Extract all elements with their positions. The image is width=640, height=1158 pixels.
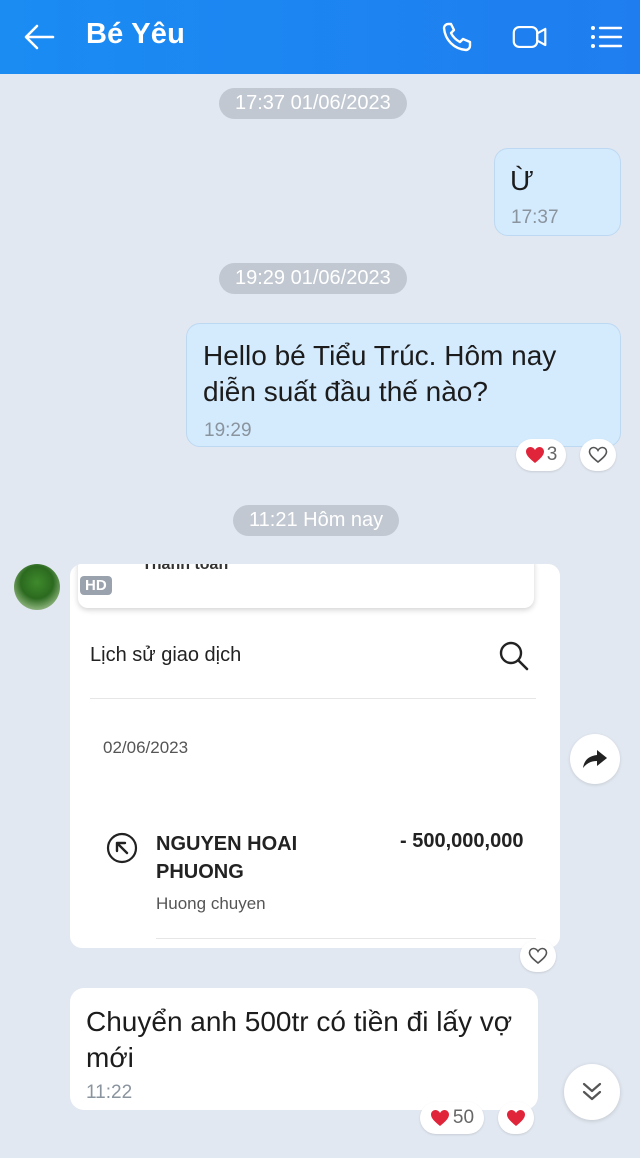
forward-button[interactable] [570,734,620,784]
message-time: 17:37 [511,207,559,228]
react-button[interactable] [580,439,616,471]
heart-icon [507,1110,525,1126]
heart-icon [430,1110,449,1126]
history-title: Lịch sử giao dịch [90,644,242,666]
phone-icon[interactable] [440,20,476,54]
hd-badge: HD [80,576,112,595]
heart-icon [525,447,544,463]
payment-strip: Thanh toán [78,564,534,608]
scroll-to-bottom-button[interactable] [564,1064,620,1120]
date-separator: 19:29 01/06/2023 [219,263,407,294]
react-button[interactable] [498,1102,534,1134]
outgoing-transfer-icon [106,832,138,864]
incoming-message[interactable]: Chuyển anh 500tr có tiền đi lấy vợ mới 1… [70,988,538,1110]
message-time: 11:22 [86,1082,133,1103]
date-separator: 17:37 01/06/2023 [219,88,407,119]
image-message[interactable]: Thanh toán HD Lịch sử giao dịch 02/06/20… [70,564,560,948]
arrow-left-icon[interactable] [22,22,56,52]
react-button[interactable] [520,940,556,972]
reaction-count: 50 [452,1107,475,1128]
message-time: 19:29 [204,420,252,441]
chat-title[interactable]: Bé Yêu [86,18,185,51]
transaction-description: Huong chuyen [156,894,266,913]
message-text: Chuyển anh 500tr có tiền đi lấy vợ mới [86,1006,513,1073]
reaction-summary[interactable]: 50 [420,1102,484,1134]
contact-avatar[interactable] [14,564,60,610]
chat-header: Bé Yêu [0,0,640,74]
list-menu-icon[interactable] [588,20,624,54]
message-text: Ừ [510,165,534,196]
outgoing-message[interactable]: Ừ 17:37 [494,148,621,236]
date-separator: 11:21 Hôm nay [233,505,400,536]
divider [90,698,536,699]
transaction-date: 02/06/2023 [103,738,189,757]
reaction-count: 3 [546,444,558,465]
heart-outline-icon [528,947,548,965]
divider [156,938,536,939]
transaction-amount: - 500,000,000 [400,830,524,852]
double-chevron-down-icon [582,1082,602,1101]
message-text: Hello bé Tiểu Trúc. Hôm nay diễn suất đầ… [203,340,557,407]
payment-label: Thanh toán [142,564,229,573]
heart-outline-icon [588,446,608,464]
search-icon [499,641,529,671]
outgoing-message[interactable]: Hello bé Tiểu Trúc. Hôm nay diễn suất đầ… [186,323,621,447]
video-camera-icon[interactable] [512,20,548,54]
recipient-name: NGUYEN HOAI PHUONG [156,833,298,883]
share-arrow-icon [583,750,607,768]
reaction-summary[interactable]: 3 [516,439,566,471]
